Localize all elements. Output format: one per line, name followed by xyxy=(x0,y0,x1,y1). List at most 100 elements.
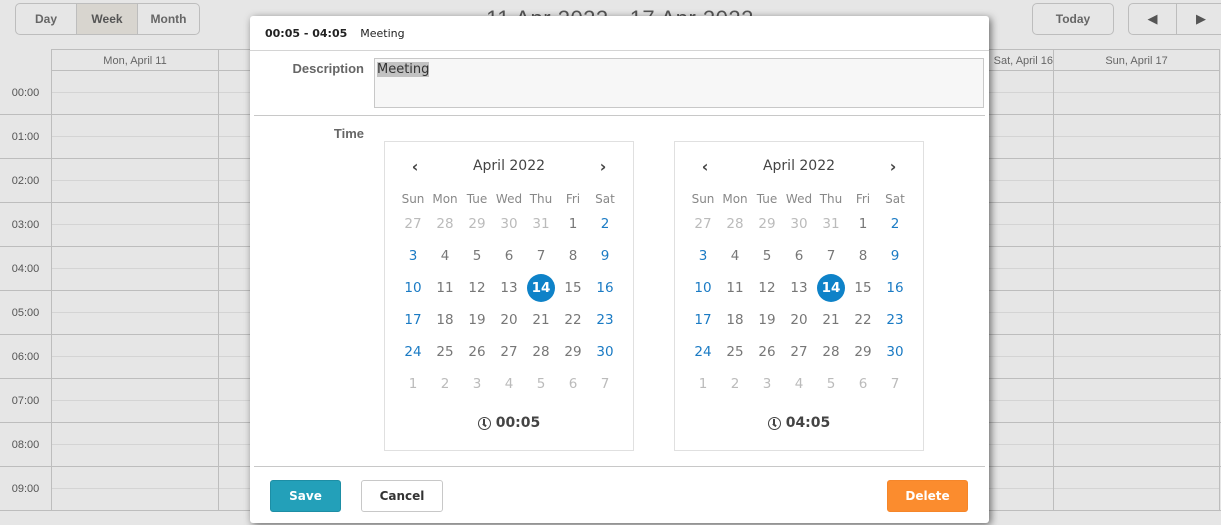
calendar-day[interactable]: 6 xyxy=(847,368,879,400)
calendar-day[interactable]: 27 xyxy=(493,336,525,368)
calendar-day[interactable]: 29 xyxy=(461,208,493,240)
calendar-day[interactable]: 7 xyxy=(815,240,847,272)
time-slot[interactable] xyxy=(1053,467,1220,511)
calendar-day[interactable]: 2 xyxy=(589,208,621,240)
calendar-day[interactable]: 20 xyxy=(493,304,525,336)
calendar-day[interactable]: 25 xyxy=(429,336,461,368)
calendar-day[interactable]: 4 xyxy=(429,240,461,272)
selected-day[interactable]: 14 xyxy=(525,272,557,304)
calendar-day[interactable]: 30 xyxy=(589,336,621,368)
calendar-day[interactable]: 6 xyxy=(783,240,815,272)
calendar-day[interactable]: 31 xyxy=(525,208,557,240)
calendar-day[interactable]: 2 xyxy=(879,208,911,240)
calendar-day[interactable]: 17 xyxy=(397,304,429,336)
time-slot[interactable] xyxy=(1053,115,1220,159)
calendar-day[interactable]: 5 xyxy=(525,368,557,400)
calendar-day[interactable]: 28 xyxy=(429,208,461,240)
calendar-day[interactable]: 18 xyxy=(429,304,461,336)
today-button[interactable]: Today xyxy=(1032,3,1114,35)
time-slot[interactable] xyxy=(51,379,218,423)
time-slot[interactable] xyxy=(51,71,218,115)
description-input[interactable]: Meeting xyxy=(374,58,984,108)
time-slot[interactable] xyxy=(1053,71,1220,115)
calendar-day[interactable]: 26 xyxy=(461,336,493,368)
calendar-day[interactable]: 18 xyxy=(719,304,751,336)
calendar-day[interactable]: 5 xyxy=(461,240,493,272)
calendar-day[interactable]: 23 xyxy=(879,304,911,336)
calendar-day[interactable]: 23 xyxy=(589,304,621,336)
time-slot[interactable] xyxy=(51,159,218,203)
calendar-day[interactable]: 15 xyxy=(557,272,589,304)
calendar-day[interactable]: 13 xyxy=(783,272,815,304)
calendar-day[interactable]: 31 xyxy=(815,208,847,240)
time-slot[interactable] xyxy=(51,203,218,247)
calendar-day[interactable]: 19 xyxy=(461,304,493,336)
calendar-day[interactable]: 20 xyxy=(783,304,815,336)
calendar-day[interactable]: 10 xyxy=(397,272,429,304)
calendar-day[interactable]: 30 xyxy=(783,208,815,240)
calendar-day[interactable]: 12 xyxy=(751,272,783,304)
view-month-button[interactable]: Month xyxy=(138,4,199,34)
time-slot[interactable] xyxy=(51,291,218,335)
calendar-day[interactable]: 22 xyxy=(847,304,879,336)
time-slot[interactable] xyxy=(51,335,218,379)
calendar-day[interactable]: 2 xyxy=(719,368,751,400)
time-slot[interactable] xyxy=(51,247,218,291)
selected-day[interactable]: 14 xyxy=(815,272,847,304)
calendar-day[interactable]: 21 xyxy=(525,304,557,336)
calendar-day[interactable]: 12 xyxy=(461,272,493,304)
calendar-day[interactable]: 1 xyxy=(397,368,429,400)
calendar-day[interactable]: 5 xyxy=(751,240,783,272)
calendar-day[interactable]: 3 xyxy=(751,368,783,400)
calendar-day[interactable]: 8 xyxy=(557,240,589,272)
calendar-day[interactable]: 1 xyxy=(847,208,879,240)
calendar-day[interactable]: 27 xyxy=(397,208,429,240)
calendar-day[interactable]: 30 xyxy=(493,208,525,240)
next-month-button[interactable]: › xyxy=(593,156,613,176)
calendar-day[interactable]: 28 xyxy=(815,336,847,368)
calendar-day[interactable]: 17 xyxy=(687,304,719,336)
calendar-day[interactable]: 6 xyxy=(557,368,589,400)
calendar-day[interactable]: 4 xyxy=(719,240,751,272)
calendar-day[interactable]: 24 xyxy=(687,336,719,368)
calendar-day[interactable]: 8 xyxy=(847,240,879,272)
previous-month-button[interactable]: ‹ xyxy=(695,156,715,176)
calendar-day[interactable]: 29 xyxy=(557,336,589,368)
calendar-day[interactable]: 29 xyxy=(847,336,879,368)
calendar-day[interactable]: 1 xyxy=(687,368,719,400)
calendar-day[interactable]: 27 xyxy=(783,336,815,368)
time-slot[interactable] xyxy=(1053,247,1220,291)
time-slot[interactable] xyxy=(1053,335,1220,379)
cancel-button[interactable]: Cancel xyxy=(361,480,443,512)
calendar-day[interactable]: 16 xyxy=(589,272,621,304)
calendar-day[interactable]: 7 xyxy=(525,240,557,272)
month-title[interactable]: April 2022 xyxy=(725,158,873,174)
time-selector[interactable]: 00:05 xyxy=(385,415,633,431)
calendar-day[interactable]: 3 xyxy=(461,368,493,400)
calendar-day[interactable]: 11 xyxy=(429,272,461,304)
next-month-button[interactable]: › xyxy=(883,156,903,176)
calendar-day[interactable]: 5 xyxy=(815,368,847,400)
calendar-day[interactable]: 28 xyxy=(719,208,751,240)
calendar-day[interactable]: 16 xyxy=(879,272,911,304)
save-button[interactable]: Save xyxy=(270,480,341,512)
calendar-day[interactable]: 3 xyxy=(687,240,719,272)
previous-week-button[interactable]: ◀ xyxy=(1129,4,1177,34)
calendar-day[interactable]: 1 xyxy=(557,208,589,240)
calendar-day[interactable]: 21 xyxy=(815,304,847,336)
time-slot[interactable] xyxy=(51,423,218,467)
calendar-day[interactable]: 2 xyxy=(429,368,461,400)
time-slot[interactable] xyxy=(51,115,218,159)
time-slot[interactable] xyxy=(1053,203,1220,247)
calendar-day[interactable]: 27 xyxy=(687,208,719,240)
calendar-day[interactable]: 19 xyxy=(751,304,783,336)
view-day-button[interactable]: Day xyxy=(16,4,77,34)
view-week-button[interactable]: Week xyxy=(77,4,138,34)
month-title[interactable]: April 2022 xyxy=(435,158,583,174)
next-week-button[interactable]: ▶ xyxy=(1177,4,1221,34)
calendar-day[interactable]: 3 xyxy=(397,240,429,272)
calendar-day[interactable]: 4 xyxy=(493,368,525,400)
calendar-day[interactable]: 25 xyxy=(719,336,751,368)
calendar-day[interactable]: 11 xyxy=(719,272,751,304)
calendar-day[interactable]: 28 xyxy=(525,336,557,368)
